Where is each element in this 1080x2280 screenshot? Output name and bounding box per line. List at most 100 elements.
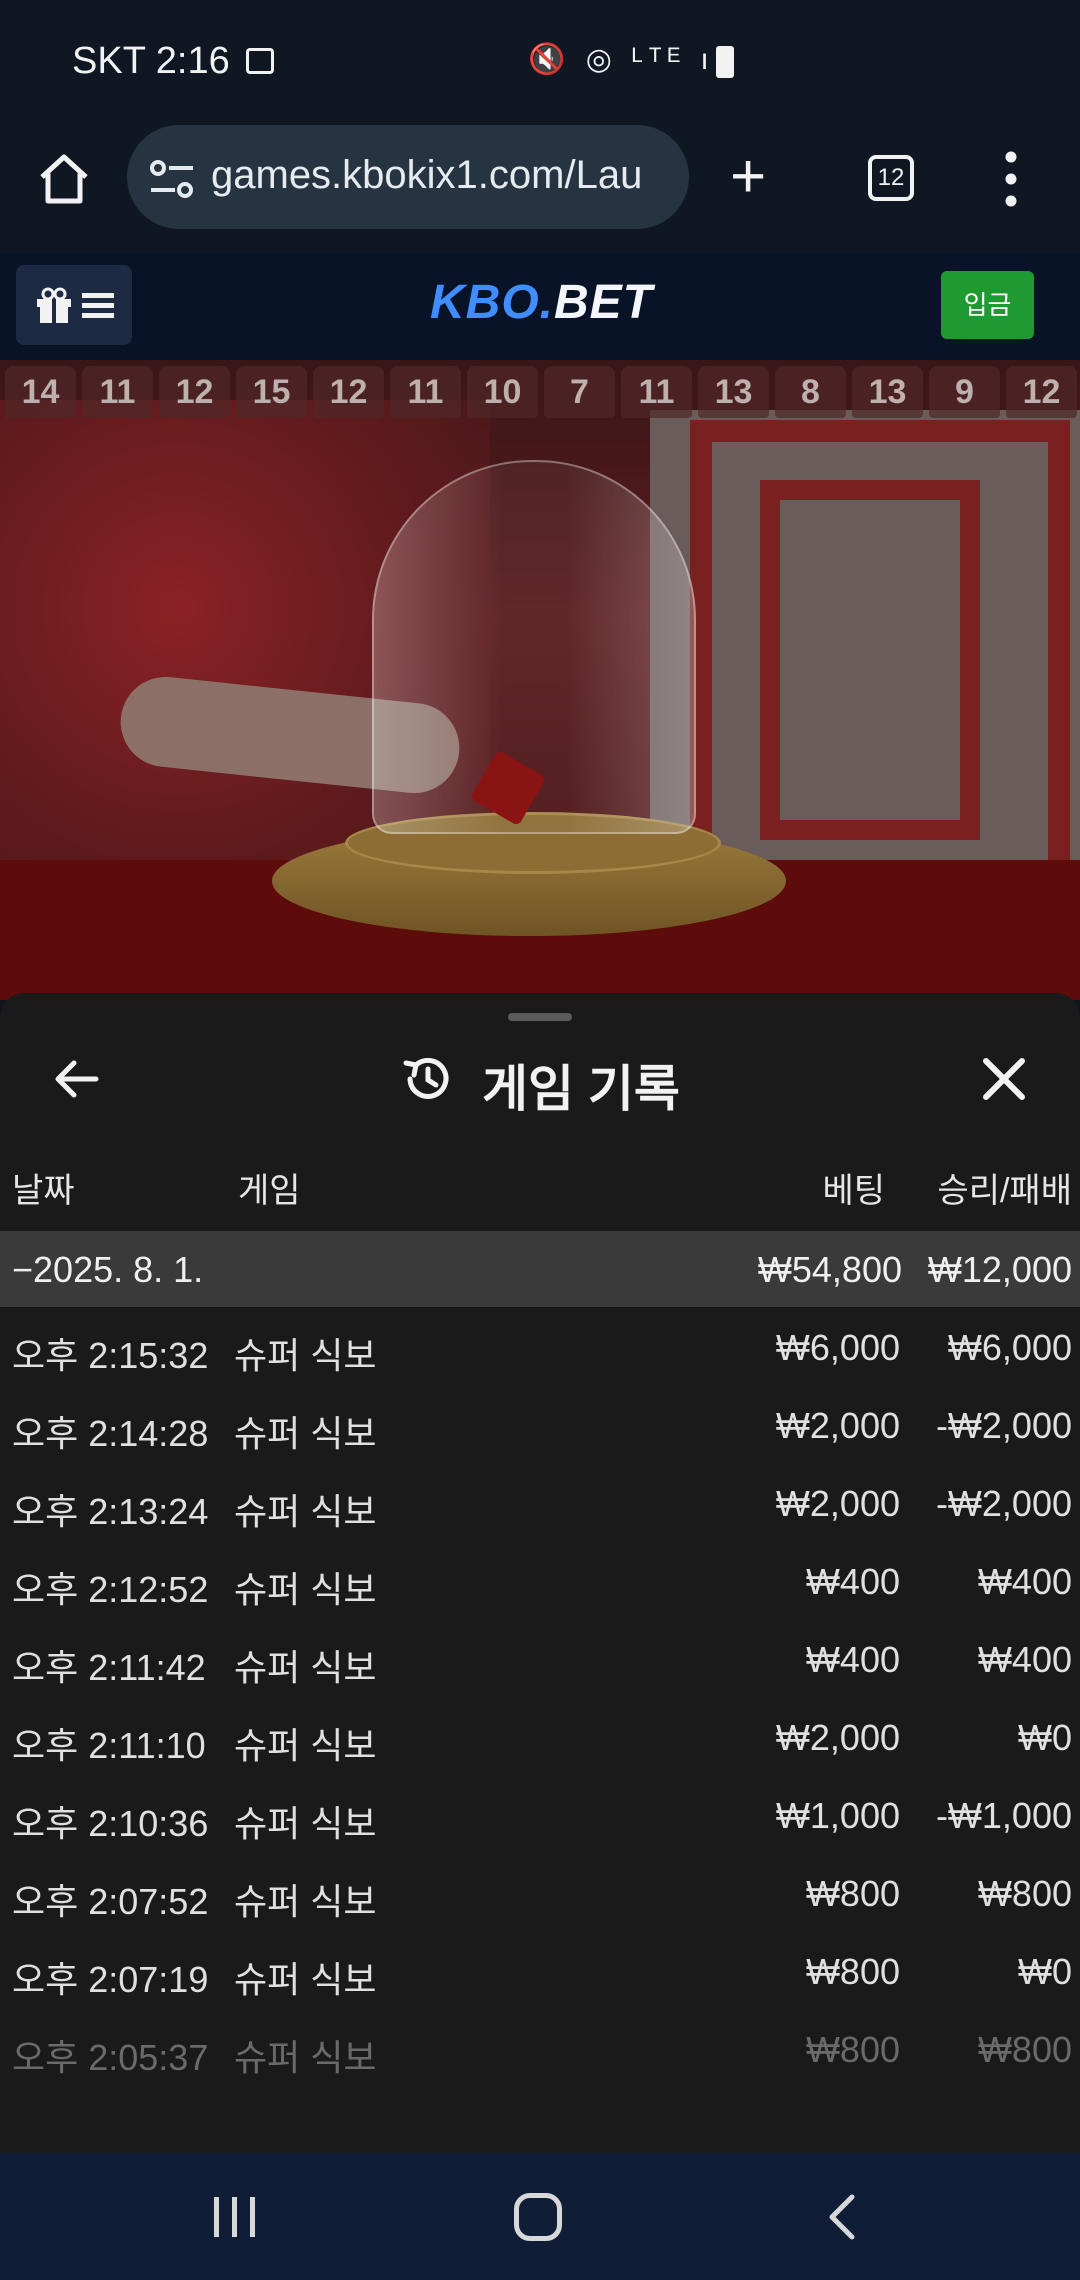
row-time: 오후 2:07:52 [12,1881,209,1922]
score-chip: 13 [698,366,769,418]
status-time: SKT 2:16 [72,40,230,82]
date-group-bet-total: ₩54,800 [757,1249,902,1290]
history-row[interactable]: 오후 2:10:36 슈퍼 식보 ₩1,000 -₩1,000 [0,1776,1080,1854]
row-result: ₩800 [977,2029,1072,2070]
column-header-date: 날짜 [12,1172,75,1210]
row-result: ₩6,000 [947,1327,1072,1368]
row-game: 슈퍼 식보 [234,1725,377,1766]
nav-back-icon[interactable] [822,2193,862,2241]
sheet-title: 게임 기록 [482,1061,680,1117]
system-navigation-bar [0,2153,1080,2280]
score-chip: 7 [544,366,615,418]
more-options-icon[interactable] [1005,151,1017,207]
drag-handle[interactable] [508,1013,572,1021]
row-result: ₩800 [977,1873,1072,1914]
window-lattice-inner [760,480,980,840]
row-time: 오후 2:15:32 [12,1335,209,1376]
row-game: 슈퍼 식보 [234,1491,377,1532]
site-header: KBO.BET 입금 [0,253,1080,362]
date-group-result-total: ₩12,000 [927,1249,1072,1290]
status-icons: 🔇 ◎ ᴸᵀᴱ ıll [528,43,741,76]
score-chip: 8 [775,366,846,418]
row-result: -₩2,000 [935,1405,1072,1446]
row-bet: ₩800 [805,2029,900,2070]
image-notification-icon [246,48,274,74]
tab-switcher-button[interactable]: 12 [868,155,914,201]
row-time: 오후 2:11:42 [12,1647,206,1688]
history-row[interactable]: 오후 2:14:28 슈퍼 식보 ₩2,000 -₩2,000 [0,1386,1080,1464]
score-chip: 10 [467,366,538,418]
status-bar: SKT 2:16 🔇 ◎ ᴸᵀᴱ ıll [0,0,1080,125]
recents-icon[interactable] [212,2197,258,2237]
row-result: ₩400 [977,1639,1072,1680]
score-chip: 9 [929,366,1000,418]
score-chip: 15 [236,366,307,418]
deposit-button[interactable]: 입금 [941,271,1034,339]
date-group-label: −2025. 8. 1. [12,1249,204,1290]
row-bet: ₩1,000 [775,1795,900,1836]
history-row[interactable]: 오후 2:12:52 슈퍼 식보 ₩400 ₩400 [0,1542,1080,1620]
history-row[interactable]: 오후 2:11:42 슈퍼 식보 ₩400 ₩400 [0,1620,1080,1698]
gift-icon [37,287,71,323]
row-game: 슈퍼 식보 [234,1335,377,1376]
nav-home-icon[interactable] [514,2193,562,2241]
history-list: 오후 2:15:32 슈퍼 식보 ₩6,000 ₩6,000 오후 2:14:2… [0,1308,1080,2088]
row-game: 슈퍼 식보 [234,1647,377,1688]
game-history-sheet: 게임 기록 날짜 게임 베팅 승리/패배 −2025. 8. 1. ₩54,80… [0,993,1080,2153]
column-header-bet: 베팅 [822,1172,885,1210]
score-history: 14 11 12 15 12 11 10 7 11 13 8 13 9 12 [0,360,1080,424]
site-settings-icon[interactable] [149,159,195,199]
score-chip: 13 [852,366,923,418]
column-header-win-loss: 승리/패배 [937,1172,1072,1210]
row-bet: ₩6,000 [775,1327,900,1368]
close-icon[interactable] [980,1055,1028,1103]
address-bar[interactable]: games.kbokix1.com/Lau [127,125,689,229]
row-time: 오후 2:12:52 [12,1569,209,1610]
date-group-row[interactable]: −2025. 8. 1. ₩54,800 ₩12,000 [0,1231,1080,1307]
history-row[interactable]: 오후 2:07:19 슈퍼 식보 ₩800 ₩0 [0,1932,1080,2010]
history-row[interactable]: 오후 2:05:37 슈퍼 식보 ₩800 ₩800 [0,2010,1080,2088]
back-arrow-icon[interactable] [52,1055,100,1103]
row-bet: ₩2,000 [775,1483,900,1524]
row-game: 슈퍼 식보 [234,1881,377,1922]
row-bet: ₩800 [805,1951,900,1992]
history-row[interactable]: 오후 2:11:10 슈퍼 식보 ₩2,000 ₩0 [0,1698,1080,1776]
url-text: games.kbokix1.com/Lau [211,153,643,197]
history-row[interactable]: 오후 2:13:24 슈퍼 식보 ₩2,000 -₩2,000 [0,1464,1080,1542]
row-bet: ₩400 [805,1561,900,1602]
column-header-game: 게임 [238,1172,301,1210]
score-chip: 11 [390,366,461,418]
row-time: 오후 2:11:10 [12,1725,206,1766]
site-logo[interactable]: KBO.BET [430,275,653,330]
row-bet: ₩400 [805,1639,900,1680]
row-time: 오후 2:05:37 [12,2037,209,2078]
row-result: -₩1,000 [935,1795,1072,1836]
new-tab-button[interactable]: + [730,146,766,208]
row-game: 슈퍼 식보 [234,1803,377,1844]
score-chip: 12 [313,366,384,418]
row-game: 슈퍼 식보 [234,1413,377,1454]
score-chip: 11 [82,366,153,418]
game-video: 14 11 12 15 12 11 10 7 11 13 8 13 9 12 [0,360,1080,1000]
row-time: 오후 2:14:28 [12,1413,209,1454]
row-time: 오후 2:10:36 [12,1803,209,1844]
row-result: ₩0 [1018,1951,1072,1992]
row-bet: ₩2,000 [775,1405,900,1446]
logo-text-bet: BET [554,276,653,329]
history-row[interactable]: 오후 2:07:52 슈퍼 식보 ₩800 ₩800 [0,1854,1080,1932]
history-row[interactable]: 오후 2:15:32 슈퍼 식보 ₩6,000 ₩6,000 [0,1308,1080,1386]
score-chip: 12 [1006,366,1077,418]
row-time: 오후 2:07:19 [12,1959,209,2000]
row-result: ₩400 [977,1561,1072,1602]
score-chip: 11 [621,366,692,418]
home-icon[interactable] [36,151,92,207]
battery-icon [716,46,734,78]
row-game: 슈퍼 식보 [234,1959,377,2000]
row-game: 슈퍼 식보 [234,1569,377,1610]
row-bet: ₩2,000 [775,1717,900,1758]
row-game: 슈퍼 식보 [234,2037,377,2078]
row-result: ₩0 [1018,1717,1072,1758]
menu-button[interactable] [16,265,132,345]
row-bet: ₩800 [805,1873,900,1914]
history-icon [403,1057,449,1099]
